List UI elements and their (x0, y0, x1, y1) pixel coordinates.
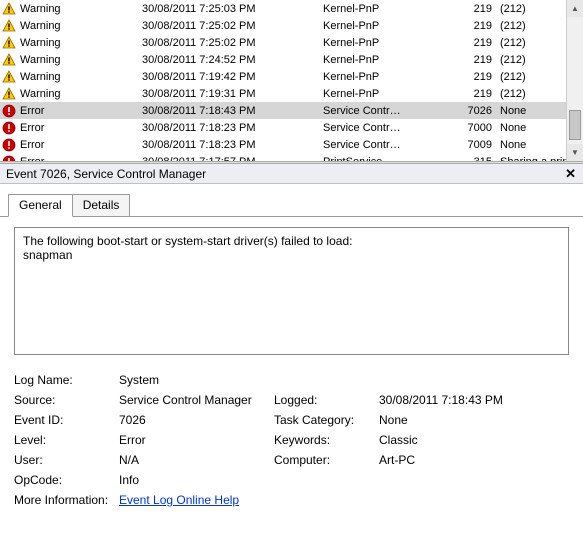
cell-level: Error (20, 122, 142, 134)
event-row[interactable]: Error30/08/2011 7:18:43 PMService Contr…… (0, 102, 583, 119)
cell-level: Warning (20, 71, 142, 83)
cell-level: Error (20, 139, 142, 151)
cell-level: Warning (20, 54, 142, 66)
tabs: General Details (8, 194, 583, 217)
label-source: Source: (14, 393, 119, 407)
event-properties: Log Name: System Source: Service Control… (14, 373, 569, 507)
cell-event-id: 315 (465, 156, 500, 162)
label-log-name: Log Name: (14, 373, 119, 387)
label-task-category: Task Category: (274, 413, 379, 427)
error-icon (2, 104, 16, 118)
value-event-id: 7026 (119, 413, 274, 427)
cell-event-id: 219 (465, 88, 500, 100)
event-list[interactable]: Warning30/08/2011 7:25:03 PMKernel-PnP21… (0, 0, 583, 161)
cell-source: Service Contr… (323, 139, 465, 151)
error-icon (2, 121, 16, 135)
cell-source: Kernel-PnP (323, 71, 465, 83)
cell-source: Kernel-PnP (323, 3, 465, 15)
event-row[interactable]: Error30/08/2011 7:18:23 PMService Contr…… (0, 119, 583, 136)
warning-icon (2, 53, 16, 67)
details-pane-header: Event 7026, Service Control Manager ✕ (0, 164, 583, 184)
tab-details[interactable]: Details (72, 194, 131, 217)
link-online-help[interactable]: Event Log Online Help (119, 493, 239, 507)
label-more-info: More Information: (14, 493, 119, 507)
event-row[interactable]: Error30/08/2011 7:17:57 PMPrintService31… (0, 153, 583, 161)
pane-title: Event 7026, Service Control Manager (6, 167, 206, 181)
tab-general[interactable]: General (8, 194, 73, 217)
cell-event-id: 219 (465, 71, 500, 83)
cell-source: Service Contr… (323, 122, 465, 134)
value-opcode: Info (119, 473, 539, 487)
general-panel: The following boot-start or system-start… (0, 217, 583, 519)
cell-event-id: 219 (465, 3, 500, 15)
cell-source: Kernel-PnP (323, 88, 465, 100)
label-user: User: (14, 453, 119, 467)
cell-level: Error (20, 105, 142, 117)
cell-event-id: 219 (465, 37, 500, 49)
cell-date: 30/08/2011 7:19:42 PM (142, 71, 323, 83)
warning-icon (2, 36, 16, 50)
value-user: N/A (119, 453, 274, 467)
label-event-id: Event ID: (14, 413, 119, 427)
error-icon (2, 138, 16, 152)
cell-event-id: 219 (465, 20, 500, 32)
cell-event-id: 7026 (465, 105, 500, 117)
cell-source: Service Contr… (323, 105, 465, 117)
cell-date: 30/08/2011 7:24:52 PM (142, 54, 323, 66)
cell-level: Warning (20, 88, 142, 100)
cell-event-id: 7000 (465, 122, 500, 134)
value-computer: Art-PC (379, 453, 539, 467)
event-row[interactable]: Error30/08/2011 7:18:23 PMService Contr…… (0, 136, 583, 153)
cell-date: 30/08/2011 7:25:02 PM (142, 37, 323, 49)
event-row[interactable]: Warning30/08/2011 7:19:42 PMKernel-PnP21… (0, 68, 583, 85)
scroll-up-button[interactable]: ▲ (567, 0, 583, 17)
scroll-down-button[interactable]: ▼ (567, 144, 583, 161)
event-row[interactable]: Warning30/08/2011 7:24:52 PMKernel-PnP21… (0, 51, 583, 68)
event-message: The following boot-start or system-start… (14, 227, 569, 355)
event-row[interactable]: Warning30/08/2011 7:25:02 PMKernel-PnP21… (0, 17, 583, 34)
cell-date: 30/08/2011 7:18:43 PM (142, 105, 323, 117)
error-icon (2, 155, 16, 162)
value-level: Error (119, 433, 274, 447)
cell-date: 30/08/2011 7:25:03 PM (142, 3, 323, 15)
cell-event-id: 7009 (465, 139, 500, 151)
warning-icon (2, 87, 16, 101)
cell-event-id: 219 (465, 54, 500, 66)
value-logged: 30/08/2011 7:18:43 PM (379, 393, 539, 407)
warning-icon (2, 70, 16, 84)
label-opcode: OpCode: (14, 473, 119, 487)
event-row[interactable]: Warning30/08/2011 7:25:02 PMKernel-PnP21… (0, 34, 583, 51)
cell-source: PrintService (323, 156, 465, 162)
cell-date: 30/08/2011 7:17:57 PM (142, 156, 323, 162)
scroll-thumb[interactable] (569, 110, 581, 140)
cell-level: Warning (20, 20, 142, 32)
warning-icon (2, 19, 16, 33)
scrollbar-vertical[interactable]: ▲ ▼ (566, 0, 583, 161)
cell-date: 30/08/2011 7:18:23 PM (142, 122, 323, 134)
cell-level: Error (20, 156, 142, 162)
warning-icon (2, 2, 16, 16)
close-icon[interactable]: ✕ (562, 166, 579, 182)
cell-date: 30/08/2011 7:19:31 PM (142, 88, 323, 100)
event-row[interactable]: Warning30/08/2011 7:19:31 PMKernel-PnP21… (0, 85, 583, 102)
value-log-name: System (119, 373, 539, 387)
cell-source: Kernel-PnP (323, 37, 465, 49)
value-task-category: None (379, 413, 539, 427)
cell-date: 30/08/2011 7:25:02 PM (142, 20, 323, 32)
cell-level: Warning (20, 3, 142, 15)
cell-source: Kernel-PnP (323, 20, 465, 32)
label-level: Level: (14, 433, 119, 447)
value-keywords: Classic (379, 433, 539, 447)
label-computer: Computer: (274, 453, 379, 467)
cell-source: Kernel-PnP (323, 54, 465, 66)
label-keywords: Keywords: (274, 433, 379, 447)
cell-level: Warning (20, 37, 142, 49)
value-source: Service Control Manager (119, 393, 274, 407)
cell-date: 30/08/2011 7:18:23 PM (142, 139, 323, 151)
label-logged: Logged: (274, 393, 379, 407)
event-row[interactable]: Warning30/08/2011 7:25:03 PMKernel-PnP21… (0, 0, 583, 17)
